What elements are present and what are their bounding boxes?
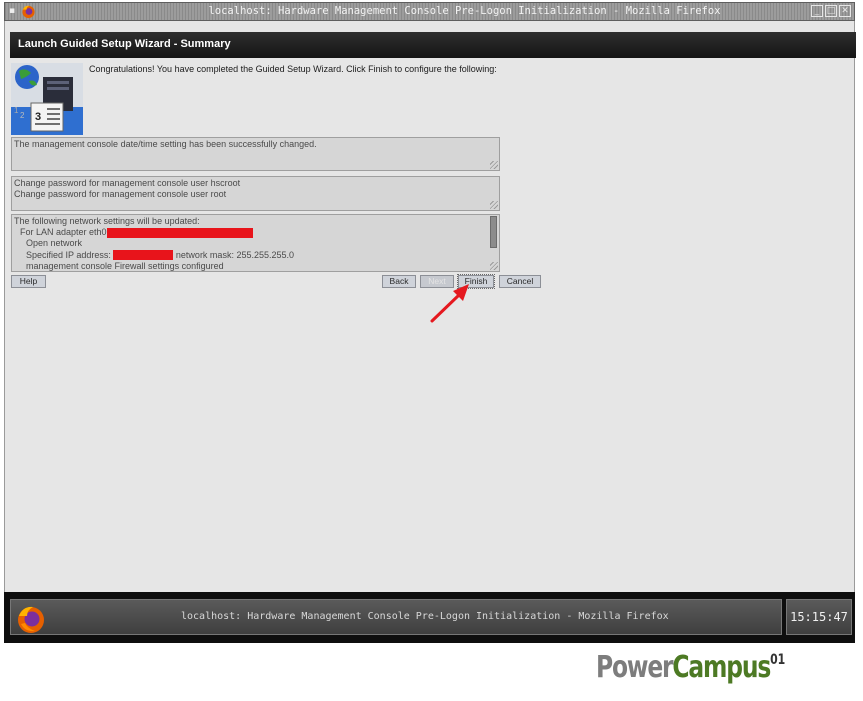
redacted-block xyxy=(106,227,253,238)
page-title: Launch Guided Setup Wizard - Summary xyxy=(18,38,231,50)
system-clock: 15:15:47 xyxy=(786,599,852,635)
lan-adapter-text: For LAN adapter eth0 xyxy=(20,227,107,238)
datetime-summary-textarea[interactable]: The management console date/time setting… xyxy=(11,137,500,171)
resize-grip-icon[interactable] xyxy=(490,161,498,169)
back-button[interactable]: Back xyxy=(382,275,416,288)
password-summary-line: Change password for management console u… xyxy=(14,178,241,188)
network-summary-textarea[interactable]: The following network settings will be u… xyxy=(11,214,500,272)
powercampus-logo: PowerCampus01 xyxy=(596,650,786,685)
window-title: localhost: Hardware Management Console P… xyxy=(208,5,721,17)
firefox-icon xyxy=(22,5,35,19)
firefox-icon xyxy=(18,606,44,633)
browser-content: Launch Guided Setup Wizard - Summary 3 1… xyxy=(4,21,856,592)
ip-address-label: Specified IP address: xyxy=(26,249,111,260)
svg-text:1: 1 xyxy=(14,106,19,115)
password-summary-textarea[interactable]: Change password for management console u… xyxy=(11,176,500,211)
taskbar-item-firefox[interactable]: localhost: Hardware Management Console P… xyxy=(10,599,782,635)
taskbar: localhost: Hardware Management Console P… xyxy=(4,592,855,643)
intro-text: Congratulations! You have completed the … xyxy=(89,64,497,74)
cancel-button[interactable]: Cancel xyxy=(499,275,541,288)
wizard-header: Launch Guided Setup Wizard - Summary xyxy=(10,32,856,58)
vertical-scrollbar[interactable] xyxy=(490,216,497,248)
network-summary-line: The following network settings will be u… xyxy=(14,216,200,226)
taskbar-item-label: localhost: Hardware Management Console P… xyxy=(181,611,669,622)
minimize-button[interactable]: _ xyxy=(811,5,823,17)
resize-grip-icon[interactable] xyxy=(490,262,498,270)
network-summary-line: Specified IP address: network mask: 255.… xyxy=(14,250,497,261)
globe-server-document-icon: 3 1 2 xyxy=(11,63,83,135)
red-arrow-annotation-icon xyxy=(430,284,469,323)
help-button[interactable]: Help xyxy=(11,275,46,288)
network-summary-line: For LAN adapter eth0 xyxy=(14,227,497,238)
resize-grip-icon[interactable] xyxy=(490,201,498,209)
svg-text:3: 3 xyxy=(35,111,41,123)
maximize-button[interactable]: □ xyxy=(825,5,837,17)
redacted-block xyxy=(113,250,174,261)
window-menu-icon[interactable]: ▪ xyxy=(9,5,21,18)
network-summary-line: Open network xyxy=(26,238,83,249)
datetime-summary-text: The management console date/time setting… xyxy=(14,139,317,149)
network-summary-line: management console Firewall settings con… xyxy=(26,260,224,271)
window-titlebar[interactable]: ▪ localhost: Hardware Management Console… xyxy=(4,2,855,21)
password-summary-line: Change password for management console u… xyxy=(14,189,227,200)
svg-text:2: 2 xyxy=(20,111,25,120)
network-mask-text: network mask: 255.255.255.0 xyxy=(175,249,294,260)
close-button[interactable]: ✕ xyxy=(839,5,851,17)
